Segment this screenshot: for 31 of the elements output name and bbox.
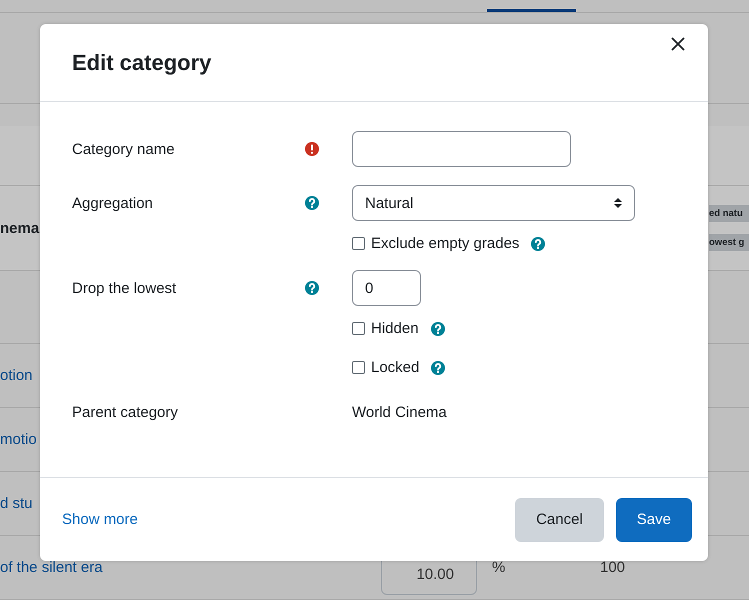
checkbox-label: Locked bbox=[371, 359, 420, 376]
close-icon bbox=[670, 36, 686, 52]
badge: ed natu bbox=[709, 205, 749, 222]
field-label: Parent category bbox=[72, 403, 179, 421]
checkbox[interactable] bbox=[352, 237, 365, 250]
aggregation-select[interactable]: Natural bbox=[352, 185, 635, 221]
badge: owest g bbox=[709, 234, 749, 251]
help-icon[interactable] bbox=[430, 320, 446, 336]
help-icon[interactable] bbox=[430, 360, 446, 376]
field-label: Aggregation bbox=[72, 194, 154, 214]
help-icon[interactable] bbox=[304, 280, 320, 296]
help-icon[interactable] bbox=[530, 236, 546, 252]
dialog-title: Edit category bbox=[72, 50, 212, 76]
checkbox[interactable] bbox=[352, 361, 365, 374]
cancel-button[interactable]: Cancel bbox=[515, 498, 604, 542]
field-label: Category name bbox=[72, 140, 176, 160]
save-button[interactable]: Save bbox=[616, 498, 692, 542]
field-label: Drop the lowest bbox=[72, 279, 178, 299]
unit-text: % bbox=[492, 559, 506, 576]
checkbox[interactable] bbox=[352, 322, 365, 335]
caret-icon bbox=[614, 197, 622, 209]
help-icon[interactable] bbox=[304, 195, 320, 211]
drop-lowest-input[interactable]: 0 bbox=[352, 270, 421, 306]
category-name-input[interactable] bbox=[352, 131, 571, 167]
checkbox-label: Hidden bbox=[371, 320, 419, 337]
checkbox-label: Exclude empty grades bbox=[371, 235, 520, 252]
show-more-link[interactable]: Show more bbox=[62, 511, 138, 528]
grade-item-link[interactable]: of the silent era bbox=[0, 559, 381, 576]
parent-category-text: World Cinema bbox=[352, 403, 448, 421]
max-grade-text: 100 bbox=[600, 559, 626, 576]
category-name: nema bbox=[0, 220, 40, 236]
